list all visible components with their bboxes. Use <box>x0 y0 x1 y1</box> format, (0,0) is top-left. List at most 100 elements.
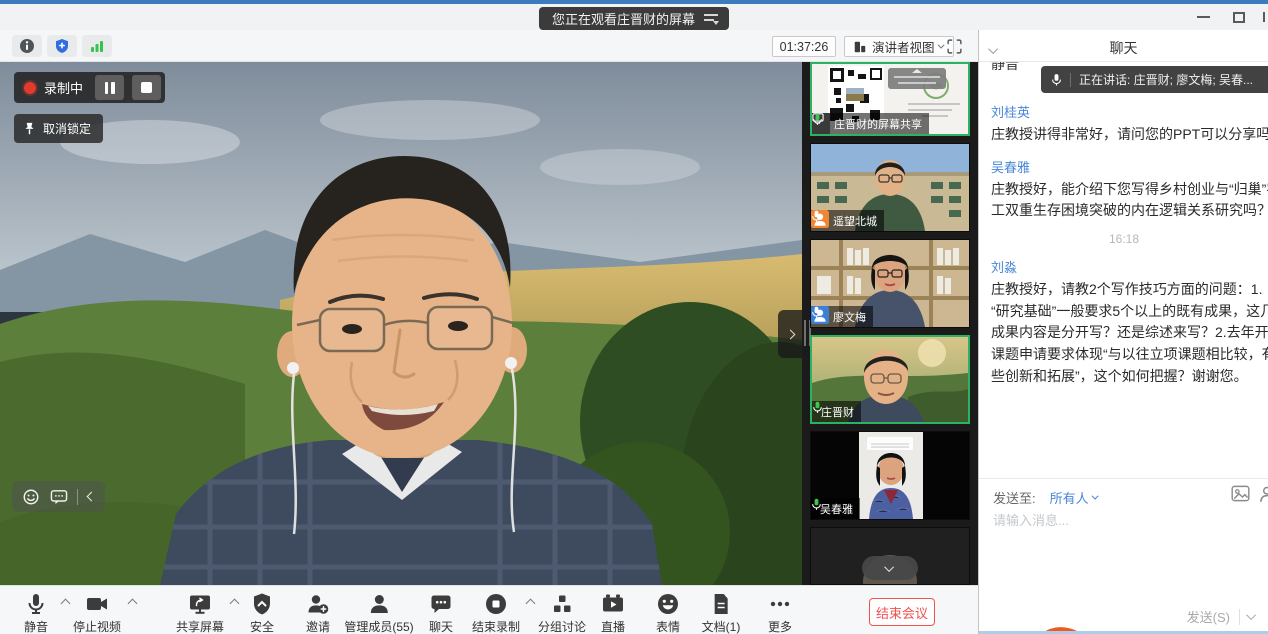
invite-button[interactable]: 邀请 <box>306 592 330 634</box>
message-sender[interactable]: 吴春雅 <box>991 157 1268 176</box>
participant-name: 吴春雅 <box>820 501 853 517</box>
stop-video-button[interactable]: 停止视频 <box>73 592 121 634</box>
end-meeting-button[interactable]: 结束会议 <box>869 598 935 626</box>
chat-button[interactable]: 聊天 <box>429 592 453 634</box>
message-sender[interactable]: 刘淼 <box>991 257 1268 276</box>
document-icon <box>709 592 733 616</box>
message-text: 庄教授讲得非常好，请问您的PPT可以分享吗？ <box>991 124 1268 146</box>
participant-thumb-yaowangbeicheng[interactable]: 遥望北城 <box>810 143 970 232</box>
info-icon <box>19 38 35 54</box>
more-dots-icon <box>768 592 792 616</box>
maximize-button[interactable] <box>1222 4 1256 30</box>
recording-options-chevron-icon[interactable] <box>526 599 536 609</box>
participant-thumb-liaowenmei[interactable]: 廖文梅 <box>810 239 970 328</box>
network-signal-icon <box>89 39 105 53</box>
chat-message-input[interactable] <box>993 513 1261 528</box>
unpin-label: 取消锁定 <box>43 120 91 137</box>
view-mode-button[interactable]: 演讲者视图 <box>844 36 954 57</box>
chat-panel: 静音 聊天 正在讲话: 庄晋财; 廖文梅; 吴春... 刘桂英 庄教授讲得非常好… <box>978 30 1268 634</box>
participant-thumb-screen-share[interactable]: 庄晋财的屏幕共享 <box>810 62 970 136</box>
meeting-timer: 01:37:26 <box>772 36 836 57</box>
security-status-button[interactable] <box>47 35 77 57</box>
participant-name: 庄晋财的屏幕共享 <box>834 116 922 132</box>
divider <box>77 489 78 505</box>
mic-on-icon <box>812 113 823 126</box>
record-dot-icon <box>24 82 36 94</box>
message-icon[interactable] <box>50 489 68 505</box>
chat-bubble-icon <box>429 592 453 616</box>
stop-icon <box>141 82 152 93</box>
chat-footer: 发送至: 所有人 发送(S) <box>979 478 1268 634</box>
manage-members-button[interactable]: 管理成员(55) <box>344 592 413 634</box>
participant-label: 庄晋财 <box>812 401 861 422</box>
participant-label: 廖文梅 <box>811 306 873 327</box>
watching-banner-text: 您正在观看庄晋财的屏幕 <box>552 9 695 28</box>
send-to-label: 发送至: <box>993 488 1036 507</box>
video-options-chevron-icon[interactable] <box>128 599 138 609</box>
microphone-icon <box>24 592 48 616</box>
chat-title: 聊天 <box>979 38 1268 58</box>
live-tv-icon <box>601 592 625 616</box>
watching-banner[interactable]: 您正在观看庄晋财的屏幕 <box>539 7 729 30</box>
meeting-info-button[interactable] <box>12 35 42 57</box>
image-icon[interactable] <box>1231 485 1250 502</box>
reaction-bar[interactable] <box>12 481 105 512</box>
participant-thumb-zhuangjincai[interactable]: 庄晋财 <box>810 335 970 424</box>
participants-sidebar: 庄晋财的屏幕共享 <box>802 62 978 585</box>
recording-bar: 录制中 <box>14 72 165 103</box>
network-status-button[interactable] <box>82 35 112 57</box>
mute-options-chevron-icon[interactable] <box>61 599 71 609</box>
collapse-sidebar-tab[interactable] <box>778 310 802 358</box>
documents-button[interactable]: 文档(1) <box>702 592 741 634</box>
person-add-icon <box>306 592 330 616</box>
fullscreen-button[interactable] <box>942 36 966 57</box>
send-button[interactable]: 发送(S) <box>1187 607 1230 626</box>
live-stream-button[interactable]: 直播 <box>601 592 625 634</box>
stop-recording-button[interactable] <box>132 75 161 100</box>
minimize-icon <box>1197 16 1210 18</box>
participant-thumb-more[interactable] <box>810 527 970 585</box>
security-button[interactable]: 安全 <box>250 592 274 634</box>
message-sender[interactable]: 刘桂英 <box>991 102 1268 121</box>
participant-label: 庄晋财的屏幕共享 <box>812 113 929 134</box>
mention-person-icon[interactable] <box>1258 485 1268 503</box>
chevron-down-icon <box>1091 492 1098 499</box>
send-to-selector[interactable]: 所有人 <box>1050 488 1099 507</box>
mic-icon <box>811 306 822 319</box>
speaking-banner: 正在讲话: 庄晋财; 廖文梅; 吴春... <box>1041 66 1268 93</box>
smiley-icon[interactable] <box>22 488 40 506</box>
message-timestamp: 16:18 <box>991 232 1257 246</box>
speaker-video-frame <box>0 62 802 585</box>
close-button-partial[interactable] <box>1263 12 1268 22</box>
chat-messages[interactable]: 刘桂英 庄教授讲得非常好，请问您的PPT可以分享吗？ 吴春雅 庄教授好，能介绍下… <box>979 62 1268 478</box>
mic-on-icon <box>812 401 823 414</box>
participant-label: 吴春雅 <box>811 498 860 519</box>
chevron-left-icon[interactable] <box>87 492 97 502</box>
end-recording-button[interactable]: 结束录制 <box>472 592 520 634</box>
minimize-button[interactable] <box>1186 4 1220 30</box>
send-options-chevron-icon[interactable] <box>1246 610 1256 620</box>
scroll-more-participants-button[interactable] <box>862 556 918 580</box>
pause-recording-button[interactable] <box>95 75 124 100</box>
breakout-rooms-button[interactable]: 分组讨论 <box>538 592 586 634</box>
pin-icon <box>23 121 36 136</box>
divider <box>1239 609 1240 625</box>
participant-thumb-wuchunya[interactable]: 吴春雅 <box>810 431 970 520</box>
meeting-topbar: 01:37:26 演讲者视图 <box>0 30 978 62</box>
banner-list-icon[interactable] <box>704 13 719 25</box>
mute-button[interactable]: 静音 <box>24 592 48 634</box>
emoji-button[interactable]: 表情 <box>656 592 680 634</box>
participant-name: 遥望北城 <box>833 213 877 229</box>
participant-name: 廖文梅 <box>833 309 866 325</box>
share-screen-button[interactable]: 共享屏幕 <box>176 592 224 634</box>
main-video-speaker[interactable]: 录制中 取消锁定 <box>0 62 802 585</box>
participant-label: 遥望北城 <box>811 210 884 231</box>
more-button[interactable]: 更多 <box>768 592 792 634</box>
meeting-window: 您正在观看庄晋财的屏幕 01:37:26 演讲者视图 <box>0 0 1268 634</box>
share-options-chevron-icon[interactable] <box>230 599 240 609</box>
unpin-button[interactable]: 取消锁定 <box>14 114 103 143</box>
camera-icon <box>85 592 109 616</box>
speaking-text: 正在讲话: 庄晋财; 廖文梅; 吴春... <box>1079 71 1253 88</box>
chevron-down-icon <box>884 562 894 572</box>
view-mode-label: 演讲者视图 <box>872 37 935 56</box>
